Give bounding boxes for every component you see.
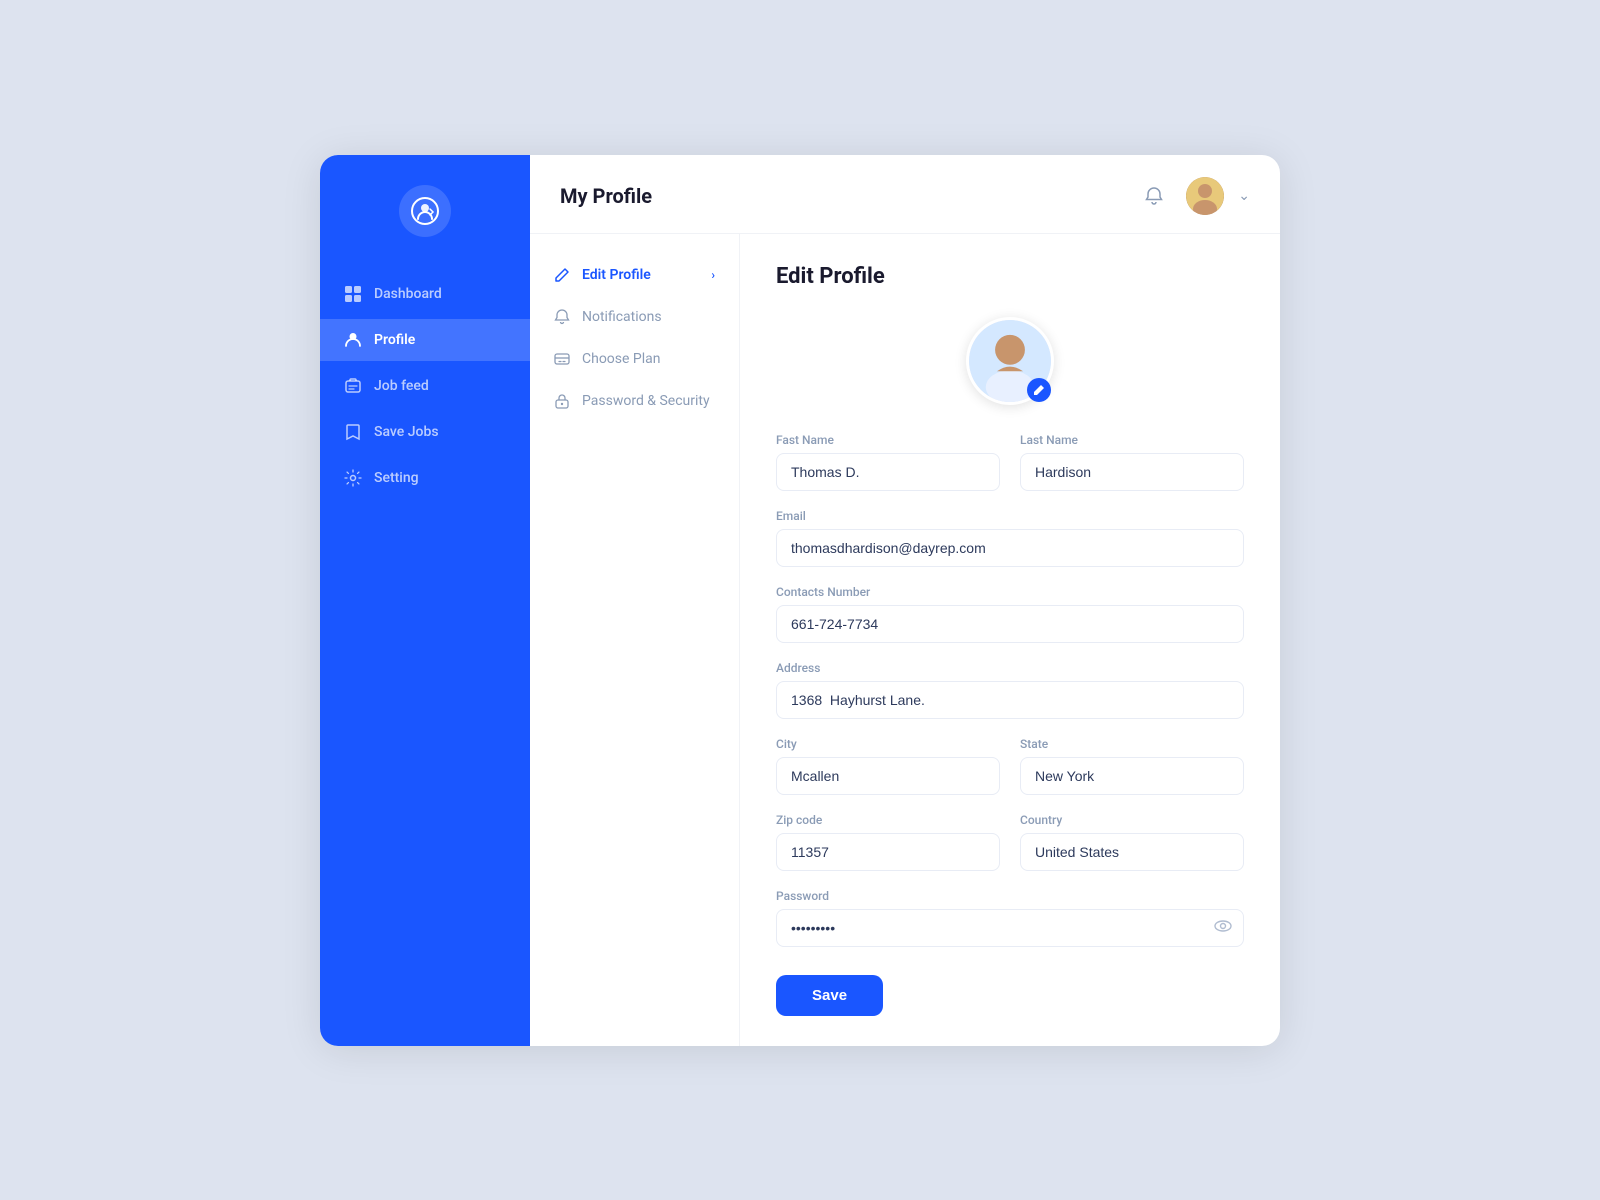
zip-country-row: Zip code Country xyxy=(776,813,1244,871)
address-group: Address xyxy=(776,661,1244,719)
first-name-group: Fast Name xyxy=(776,433,1000,491)
zip-input[interactable] xyxy=(776,833,1000,871)
password-wrapper xyxy=(776,909,1244,947)
city-group: City xyxy=(776,737,1000,795)
header-right: ⌄ xyxy=(1136,177,1250,215)
sidebar: Dashboard Profile Job feed Save Jobs Set… xyxy=(320,155,530,1046)
avatar-edit-button[interactable] xyxy=(1027,378,1051,402)
contacts-label: Contacts Number xyxy=(776,585,1244,599)
email-row: Email xyxy=(776,509,1244,567)
avatar-image xyxy=(1186,177,1224,215)
country-group: Country xyxy=(1020,813,1244,871)
first-name-label: Fast Name xyxy=(776,433,1000,447)
body-layout: Edit Profile › Notifications Choose Plan… xyxy=(530,234,1280,1046)
nav-arrow-icon: › xyxy=(711,268,715,282)
main-content: My Profile xyxy=(530,155,1280,1046)
password-label: Password xyxy=(776,889,1244,903)
zip-label: Zip code xyxy=(776,813,1000,827)
country-input[interactable] xyxy=(1020,833,1244,871)
password-eye-icon[interactable] xyxy=(1214,917,1232,939)
address-input[interactable] xyxy=(776,681,1244,719)
sidebar-item-setting[interactable]: Setting xyxy=(320,457,530,499)
avatar-wrapper xyxy=(966,317,1054,405)
first-name-input[interactable] xyxy=(776,453,1000,491)
last-name-input[interactable] xyxy=(1020,453,1244,491)
sidebar-item-job-feed[interactable]: Job feed xyxy=(320,365,530,407)
state-input[interactable] xyxy=(1020,757,1244,795)
email-input[interactable] xyxy=(776,529,1244,567)
contacts-group: Contacts Number xyxy=(776,585,1244,643)
country-label: Country xyxy=(1020,813,1244,827)
address-label: Address xyxy=(776,661,1244,675)
notification-bell[interactable] xyxy=(1136,178,1172,214)
email-label: Email xyxy=(776,509,1244,523)
avatar-section xyxy=(776,317,1244,405)
city-state-row: City State xyxy=(776,737,1244,795)
settings-nav-password-security[interactable]: Password & Security xyxy=(530,380,739,422)
settings-nav-choose-plan[interactable]: Choose Plan xyxy=(530,338,739,380)
state-group: State xyxy=(1020,737,1244,795)
header: My Profile xyxy=(530,155,1280,234)
zip-group: Zip code xyxy=(776,813,1000,871)
state-label: State xyxy=(1020,737,1244,751)
form-area: Edit Profile xyxy=(740,234,1280,1046)
app-container: Dashboard Profile Job feed Save Jobs Set… xyxy=(320,155,1280,1046)
last-name-group: Last Name xyxy=(1020,433,1244,491)
password-input[interactable] xyxy=(776,909,1244,947)
city-label: City xyxy=(776,737,1000,751)
form-title: Edit Profile xyxy=(776,264,1244,289)
user-avatar[interactable] xyxy=(1186,177,1224,215)
contacts-row: Contacts Number xyxy=(776,585,1244,643)
page-title: My Profile xyxy=(560,184,652,208)
settings-nav-edit-profile[interactable]: Edit Profile › xyxy=(530,254,739,296)
settings-nav-notifications[interactable]: Notifications xyxy=(530,296,739,338)
city-input[interactable] xyxy=(776,757,1000,795)
password-group: Password xyxy=(776,889,1244,947)
address-row: Address xyxy=(776,661,1244,719)
save-button[interactable]: Save xyxy=(776,975,883,1016)
sidebar-logo[interactable] xyxy=(399,185,451,237)
sidebar-item-dashboard[interactable]: Dashboard xyxy=(320,273,530,315)
email-group: Email xyxy=(776,509,1244,567)
sidebar-item-profile[interactable]: Profile xyxy=(320,319,530,361)
name-row: Fast Name Last Name xyxy=(776,433,1244,491)
contacts-input[interactable] xyxy=(776,605,1244,643)
sidebar-item-save-jobs[interactable]: Save Jobs xyxy=(320,411,530,453)
sidebar-nav: Dashboard Profile Job feed Save Jobs Set… xyxy=(320,273,530,499)
chevron-down-icon[interactable]: ⌄ xyxy=(1238,188,1250,204)
password-row: Password xyxy=(776,889,1244,947)
last-name-label: Last Name xyxy=(1020,433,1244,447)
settings-nav: Edit Profile › Notifications Choose Plan… xyxy=(530,234,740,1046)
